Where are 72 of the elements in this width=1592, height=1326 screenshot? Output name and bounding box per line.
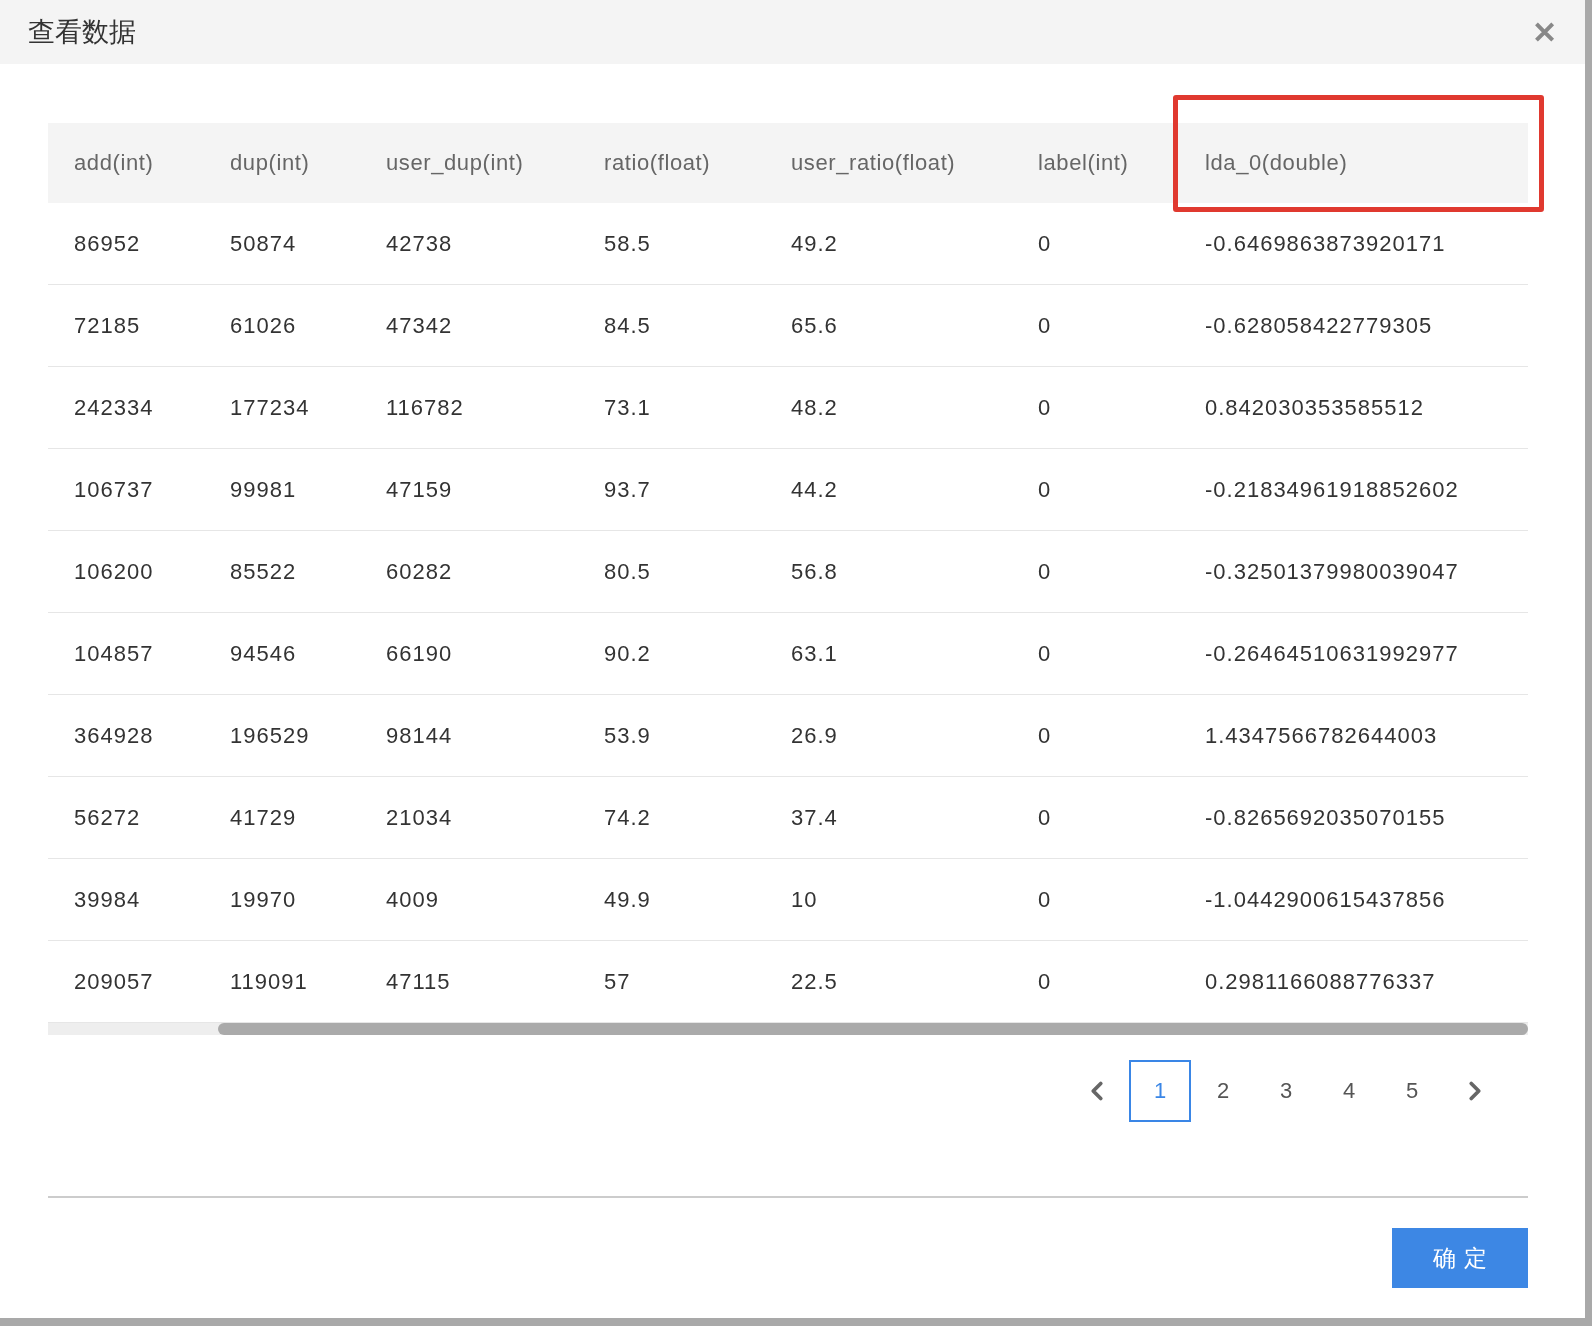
table-cell: -0.6469863873920171 (1179, 203, 1528, 285)
table-cell: -0.32501379980039047 (1179, 531, 1528, 613)
table-cell: 26.9 (765, 695, 1012, 777)
table-cell: 60282 (360, 531, 578, 613)
table-cell: 49.2 (765, 203, 1012, 285)
column-header: user_ratio(float) (765, 123, 1012, 203)
table-cell: 4009 (360, 859, 578, 941)
table-cell: 364928 (48, 695, 204, 777)
table-cell: 98144 (360, 695, 578, 777)
table-cell: 19970 (204, 859, 360, 941)
table-cell: 177234 (204, 367, 360, 449)
column-header: ratio(float) (578, 123, 765, 203)
confirm-button[interactable]: 确 定 (1392, 1228, 1528, 1288)
table-cell: 86952 (48, 203, 204, 285)
table-cell: 21034 (360, 777, 578, 859)
table-cell: -0.628058422779305 (1179, 285, 1528, 367)
column-header: dup(int) (204, 123, 360, 203)
table-cell: 10 (765, 859, 1012, 941)
table-cell: 73.1 (578, 367, 765, 449)
table-cell: -0.8265692035070155 (1179, 777, 1528, 859)
table-cell: 0 (1012, 695, 1179, 777)
table-cell: 47342 (360, 285, 578, 367)
table-cell: 50874 (204, 203, 360, 285)
table-cell: 61026 (204, 285, 360, 367)
table-cell: 37.4 (765, 777, 1012, 859)
table-cell: 48.2 (765, 367, 1012, 449)
table-cell: 0.842030353585512 (1179, 367, 1528, 449)
table-cell: 242334 (48, 367, 204, 449)
table-cell: 1.4347566782644003 (1179, 695, 1528, 777)
table-cell: 44.2 (765, 449, 1012, 531)
table-cell: 53.9 (578, 695, 765, 777)
table-cell: 56272 (48, 777, 204, 859)
dialog-title: 查看数据 (28, 15, 136, 49)
table-cell: 90.2 (578, 613, 765, 695)
table-cell: 80.5 (578, 531, 765, 613)
table-cell: 84.5 (578, 285, 765, 367)
table-cell: 99981 (204, 449, 360, 531)
table-cell: 39984 (48, 859, 204, 941)
table-cell: 42738 (360, 203, 578, 285)
table-cell: 0 (1012, 367, 1179, 449)
table-cell: 49.9 (578, 859, 765, 941)
table-cell: 0 (1012, 449, 1179, 531)
table-cell: 94546 (204, 613, 360, 695)
table-cell: 93.7 (578, 449, 765, 531)
table-cell: 66190 (360, 613, 578, 695)
table-cell: 0 (1012, 285, 1179, 367)
table-cell: 47159 (360, 449, 578, 531)
table-cell: 0 (1012, 203, 1179, 285)
table-cell: 85522 (204, 531, 360, 613)
page-button[interactable]: 1 (1129, 1060, 1191, 1122)
table-cell: 72185 (48, 285, 204, 367)
table-cell: 65.6 (765, 285, 1012, 367)
column-header: user_dup(int) (360, 123, 578, 203)
table-cell: 106737 (48, 449, 204, 531)
table-cell: 58.5 (578, 203, 765, 285)
table-cell: 41729 (204, 777, 360, 859)
table-cell: 196529 (204, 695, 360, 777)
column-header: add(int) (48, 123, 204, 203)
table-cell: 116782 (360, 367, 578, 449)
table-cell: 0 (1012, 859, 1179, 941)
column-header: label(int) (1012, 123, 1179, 203)
table-cell: -0.21834961918852602 (1179, 449, 1528, 531)
table-cell: 104857 (48, 613, 204, 695)
table-cell: 74.2 (578, 777, 765, 859)
table-cell: 63.1 (765, 613, 1012, 695)
table-cell: 0 (1012, 531, 1179, 613)
table-cell: -0.26464510631992977 (1179, 613, 1528, 695)
table-cell: -1.0442900615437856 (1179, 859, 1528, 941)
table-cell: 56.8 (765, 531, 1012, 613)
table-cell: 0 (1012, 613, 1179, 695)
table-cell: 106200 (48, 531, 204, 613)
table-cell: 0 (1012, 777, 1179, 859)
